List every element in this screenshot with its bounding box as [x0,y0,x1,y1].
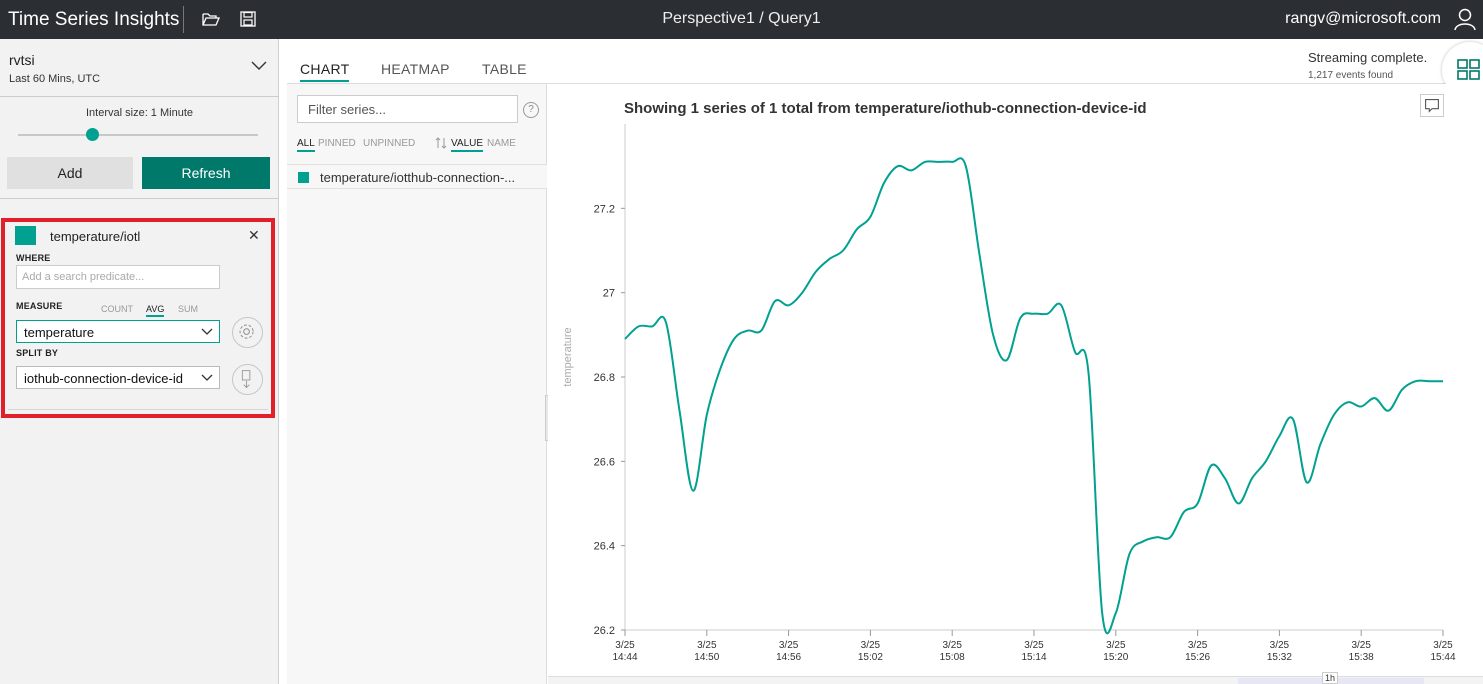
top-bar: Time Series Insights Perspective1 / Quer… [0,0,1483,39]
brush-label: 1h [1322,672,1338,684]
top-divider [183,6,184,33]
environment-picker[interactable]: rvtsi Last 60 Mins, UTC [0,39,279,97]
interval-slider-thumb[interactable] [86,128,100,141]
x-tick-time-label: 15:26 [1185,652,1210,663]
interval-slider[interactable] [18,134,258,136]
time-range: Last 60 Mins, UTC [9,73,101,85]
measure-avg-option[interactable]: AVG [146,304,165,317]
series-color-swatch [298,172,309,183]
split-by-value: iothub-connection-device-id [24,371,183,386]
y-axis-label: temperature [562,327,574,386]
series-panel: ? ALL PINNED UNPINNED VALUE NAME tempera… [287,84,547,684]
measure-select[interactable]: temperature [16,320,220,343]
copy-icon [241,370,251,389]
events-count: 1,217 events found [1308,70,1394,81]
series-filter-input[interactable] [297,95,518,123]
y-tick-label: 26.2 [594,625,615,637]
filter-all-option[interactable]: ALL [297,138,315,152]
refresh-button[interactable]: Refresh [142,157,270,189]
measure-value: temperature [24,325,95,340]
settings-button[interactable] [232,317,263,348]
view-tabs-bar: CHART HEATMAP TABLE Streaming complete. … [287,39,1483,98]
where-input[interactable] [16,265,220,289]
x-tick-date-label: 3/25 [1188,640,1208,651]
breadcrumb[interactable]: Perspective1 / Query1 [662,10,820,27]
environment-name: rvtsi [9,52,35,68]
x-tick-date-label: 3/25 [697,640,717,651]
query-panel: rvtsi Last 60 Mins, UTC Interval size: 1… [0,39,279,684]
series-label: temperature/iotthub-connection-... [320,170,516,185]
y-tick-label: 27 [603,288,615,300]
filter-pinned-option[interactable]: PINNED [318,138,356,149]
measure-count-option[interactable]: COUNT [101,304,133,314]
x-tick-date-label: 3/25 [861,640,881,651]
divider [0,198,279,199]
series-list-item[interactable]: temperature/iotthub-connection-... [287,164,547,189]
x-tick-date-label: 3/25 [615,640,635,651]
x-tick-time-label: 15:08 [940,652,965,663]
folder-open-icon[interactable] [202,11,220,27]
query-card: temperature/iotl ✕ WHERE MEASURE COUNT A… [1,218,275,418]
y-tick-label: 27.2 [594,203,615,215]
interval-label: Interval size: 1 Minute [86,107,193,119]
x-tick-date-label: 3/25 [942,640,962,651]
user-icon[interactable] [1453,7,1477,31]
chevron-down-icon[interactable] [250,59,268,71]
where-label: WHERE [16,253,51,263]
close-icon[interactable]: ✕ [248,227,260,244]
help-icon[interactable]: ? [523,102,539,118]
sort-name-option[interactable]: NAME [487,138,516,149]
measure-label: MEASURE [16,301,63,311]
y-tick-label: 26.8 [594,372,615,384]
add-button[interactable]: Add [7,157,133,189]
x-tick-date-label: 3/25 [1351,640,1371,651]
series-line [624,157,1443,635]
tab-table[interactable]: TABLE [482,61,527,77]
x-tick-time-label: 15:32 [1267,652,1292,663]
x-tick-date-label: 3/25 [1270,640,1290,651]
status-text: Streaming complete. [1308,50,1428,65]
y-tick-label: 26.6 [594,456,615,468]
series-color-swatch[interactable] [15,226,36,245]
sort-value-option[interactable]: VALUE [451,138,484,152]
sort-icon[interactable] [435,136,447,150]
x-tick-date-label: 3/25 [1024,640,1044,651]
x-tick-time-label: 15:02 [858,652,883,663]
x-tick-time-label: 14:44 [612,652,637,663]
x-tick-time-label: 15:44 [1430,652,1455,663]
split-by-label: SPLIT BY [16,348,59,358]
x-tick-date-label: 3/25 [779,640,799,651]
x-tick-time-label: 14:50 [694,652,719,663]
x-tick-time-label: 15:38 [1349,652,1374,663]
copy-button[interactable] [232,364,263,395]
filter-unpinned-option[interactable]: UNPINNED [363,138,415,149]
x-tick-time-label: 15:14 [1021,652,1046,663]
measure-sum-option[interactable]: SUM [178,304,198,314]
x-tick-date-label: 3/25 [1433,640,1453,651]
x-tick-time-label: 15:20 [1103,652,1128,663]
app-title: Time Series Insights [8,9,180,30]
user-name[interactable]: rangv@microsoft.com [1285,10,1441,28]
x-tick-date-label: 3/25 [1106,640,1126,651]
tab-heatmap[interactable]: HEATMAP [381,61,450,77]
chevron-down-icon [201,374,213,381]
save-icon[interactable] [239,11,257,27]
line-chart[interactable]: 26.226.426.626.82727.2temperature3/2514:… [548,84,1483,676]
query-name[interactable]: temperature/iotl [50,229,140,244]
x-tick-time-label: 14:56 [776,652,801,663]
tab-chart[interactable]: CHART [300,61,350,82]
chart-area: Showing 1 series of 1 total from tempera… [548,84,1483,684]
y-tick-label: 26.4 [594,541,615,553]
chevron-down-icon [201,328,213,335]
gear-icon [239,324,254,339]
split-by-select[interactable]: iothub-connection-device-id [16,366,220,389]
